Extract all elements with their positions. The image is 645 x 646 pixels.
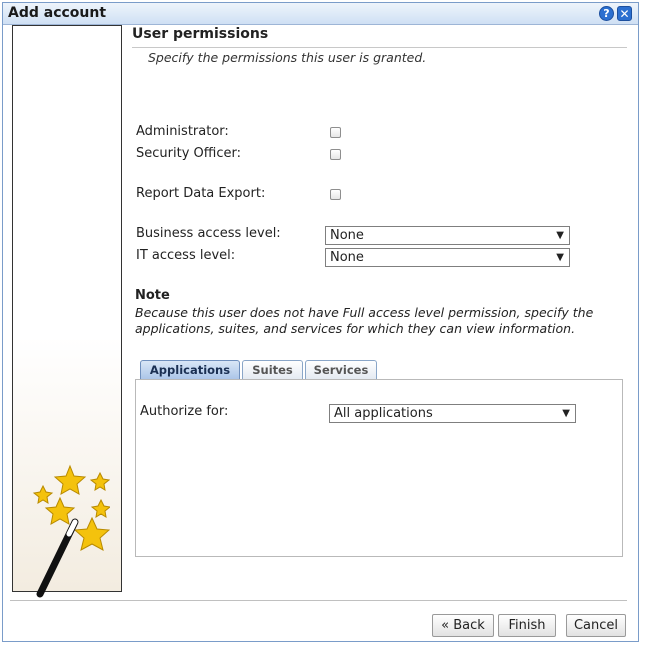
authorize-for-label: Authorize for: [140,404,229,419]
footer-divider [10,600,627,601]
wizard-side-panel [12,25,122,598]
administrator-checkbox[interactable] [330,127,341,138]
dialog-title: Add account [8,5,107,21]
it-access-level-select[interactable]: None ▼ [325,248,570,267]
administrator-label: Administrator: [136,124,229,139]
security-officer-checkbox[interactable] [330,149,341,160]
help-icon[interactable]: ? [599,6,614,21]
cancel-button[interactable]: Cancel [566,614,626,637]
finish-button[interactable]: Finish [498,614,556,637]
authorize-for-value: All applications [334,406,433,421]
report-data-export-label: Report Data Export: [136,186,266,201]
section-subtitle: Specify the permissions this user is gra… [148,50,427,65]
tab-applications[interactable]: Applications [140,360,240,380]
back-button[interactable]: « Back [432,614,494,637]
note-text: Because this user does not have Full acc… [135,305,594,336]
title-bar: Add account ? ✕ [3,3,638,25]
security-officer-label: Security Officer: [136,146,241,161]
business-access-level-label: Business access level: [136,226,281,241]
section-heading: User permissions [132,26,269,42]
chevron-down-icon: ▼ [556,252,564,263]
chevron-down-icon: ▼ [562,408,570,419]
business-access-level-select[interactable]: None ▼ [325,226,570,245]
report-data-export-checkbox[interactable] [330,189,341,200]
it-access-level-value: None [330,250,364,265]
wizard-wand-icon [32,464,110,598]
chevron-down-icon: ▼ [556,230,564,241]
tab-services[interactable]: Services [305,360,377,380]
note-title: Note [135,288,170,303]
close-icon[interactable]: ✕ [617,6,632,21]
authorize-for-select[interactable]: All applications ▼ [329,404,576,423]
tab-suites[interactable]: Suites [242,360,303,380]
it-access-level-label: IT access level: [136,248,236,263]
heading-divider [132,47,627,48]
business-access-level-value: None [330,228,364,243]
